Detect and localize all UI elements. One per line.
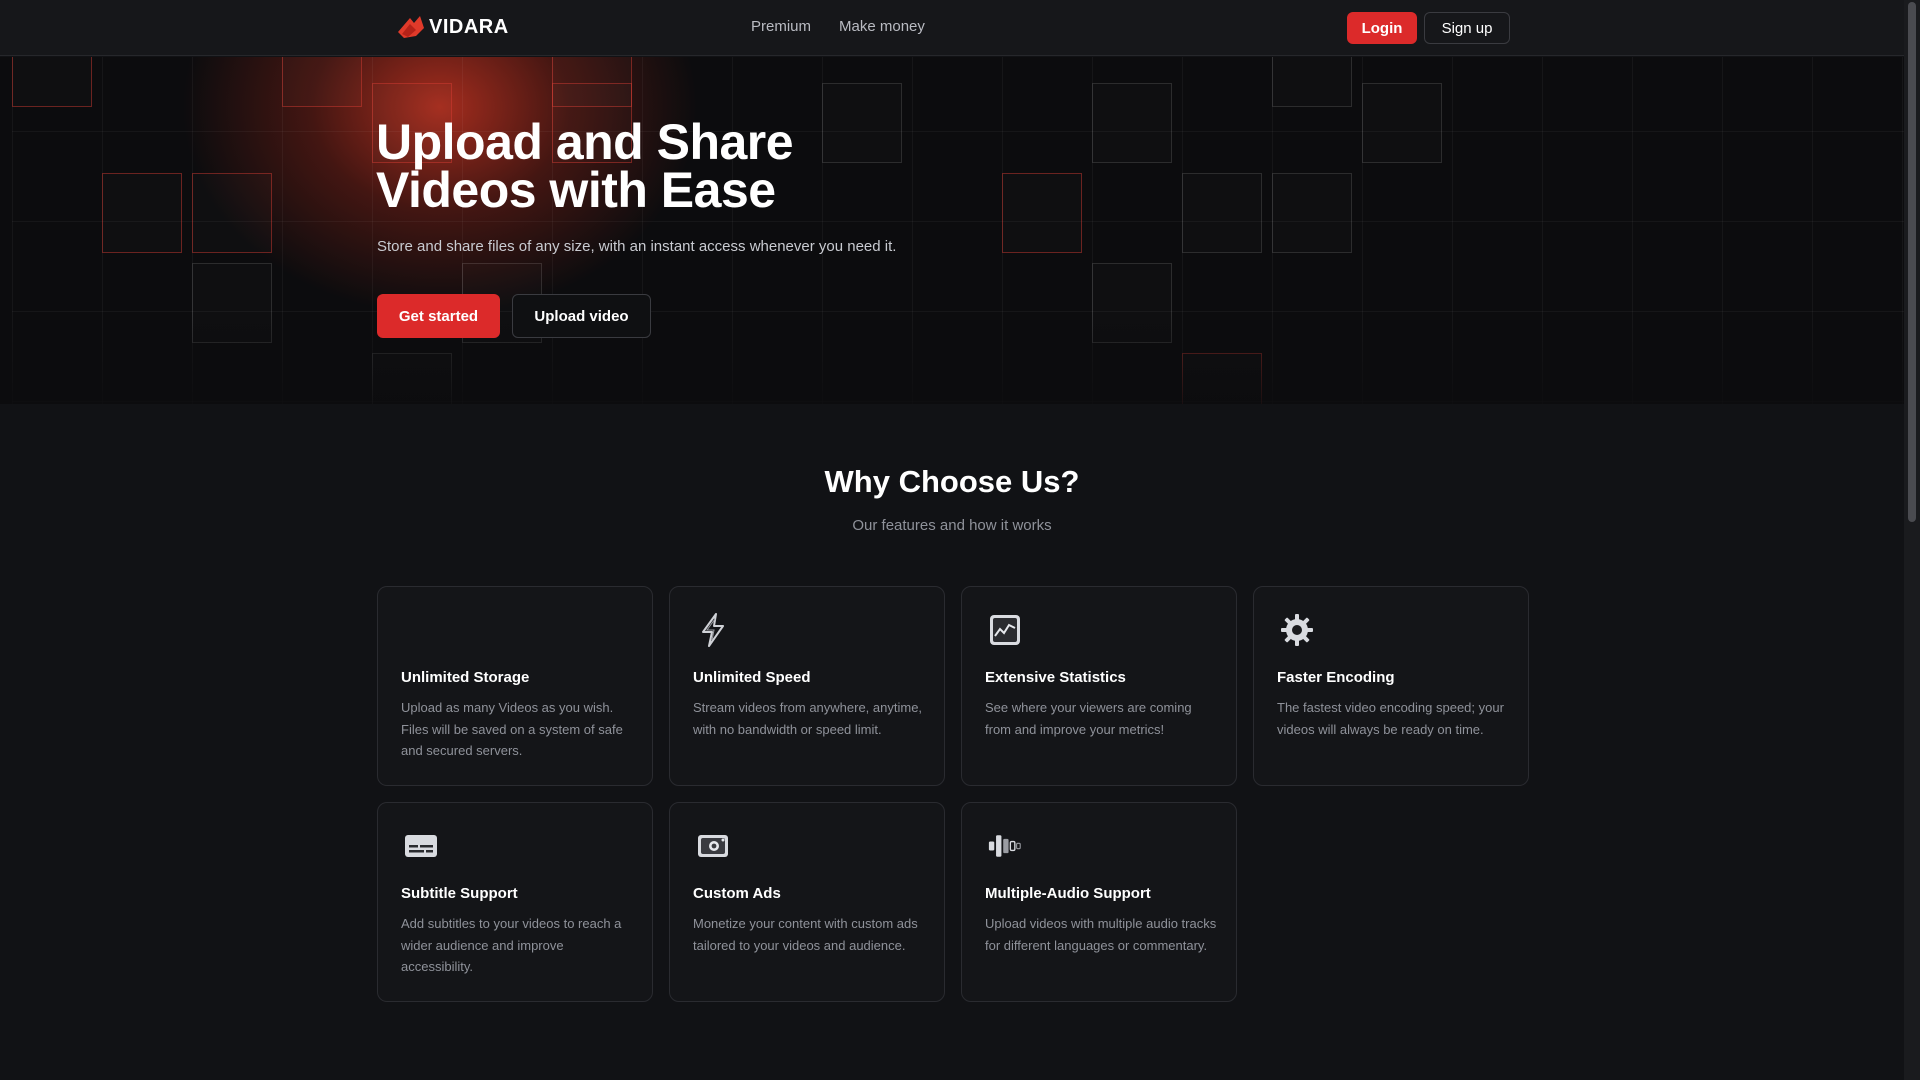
logo[interactable]: VIDARA xyxy=(396,12,509,42)
lightning-icon xyxy=(696,613,730,647)
grid-tile xyxy=(102,173,182,253)
signup-button[interactable]: Sign up xyxy=(1424,12,1510,44)
upload-video-button[interactable]: Upload video xyxy=(512,294,651,338)
hero-subtitle: Store and share files of any size, with … xyxy=(377,238,897,255)
grid-tile xyxy=(282,57,362,107)
feature-card-unlimited-speed: Unlimited Speed Stream videos from anywh… xyxy=(669,586,945,786)
audio-icon xyxy=(988,829,1022,863)
feature-card-faster-encoding: Faster Encoding The fastest video encodi… xyxy=(1253,586,1529,786)
feature-description: Upload as many Videos as you wish. Files… xyxy=(401,700,623,758)
grid-tile xyxy=(1182,173,1262,253)
get-started-button[interactable]: Get started xyxy=(377,294,500,338)
feature-description: Stream videos from anywhere, anytime, wi… xyxy=(693,700,923,737)
grid-tile xyxy=(1272,57,1352,107)
chart-icon xyxy=(988,613,1022,647)
feature-description: Upload videos with multiple audio tracks… xyxy=(985,916,1217,953)
features-subtitle: Our features and how it works xyxy=(852,517,1052,534)
grid-tile xyxy=(12,57,92,107)
hero-title: Upload and Share Videos with Ease xyxy=(376,117,936,215)
features-title: Why Choose Us? xyxy=(824,464,1080,499)
main-nav: Premium Make money xyxy=(751,18,925,35)
feature-title: Custom Ads xyxy=(693,885,781,902)
logo-text: VIDARA xyxy=(429,15,509,38)
scrollbar-thumb[interactable] xyxy=(1908,2,1916,522)
feature-description: Monetize your content with custom ads ta… xyxy=(693,916,918,953)
grid-tile xyxy=(1362,83,1442,163)
feature-title: Subtitle Support xyxy=(401,885,518,902)
feature-card-subtitle-support: Subtitle Support Add subtitles to your v… xyxy=(377,802,653,1002)
gear-icon xyxy=(1280,613,1314,647)
feature-card-extensive-statistics: Extensive Statistics See where your view… xyxy=(961,586,1237,786)
nav-premium[interactable]: Premium xyxy=(751,18,811,35)
feature-title: Faster Encoding xyxy=(1277,669,1395,686)
grid-tile xyxy=(192,173,272,253)
feature-description: See where your viewers are coming from a… xyxy=(985,700,1192,737)
feature-title: Extensive Statistics xyxy=(985,669,1126,686)
login-button[interactable]: Login xyxy=(1347,12,1417,44)
nav-make-money[interactable]: Make money xyxy=(839,18,925,35)
feature-card-unlimited-storage: Unlimited Storage Upload as many Videos … xyxy=(377,586,653,786)
ads-icon xyxy=(696,829,730,863)
subtitles-icon xyxy=(404,829,438,863)
top-navbar: VIDARA Premium Make money Login Sign up xyxy=(0,0,1904,56)
page-scrollbar[interactable] xyxy=(1904,0,1920,1080)
feature-description: The fastest video encoding speed; your v… xyxy=(1277,700,1504,737)
grid-tile xyxy=(1092,83,1172,163)
feature-title: Multiple-Audio Support xyxy=(985,885,1151,902)
hero-section: Upload and Share Videos with Ease Store … xyxy=(0,57,1904,404)
hero-fade xyxy=(0,314,1904,404)
storage-icon xyxy=(404,613,438,647)
feature-card-custom-ads: Custom Ads Monetize your content with cu… xyxy=(669,802,945,1002)
feature-description: Add subtitles to your videos to reach a … xyxy=(401,916,622,974)
grid-tile xyxy=(1272,173,1352,253)
feature-title: Unlimited Speed xyxy=(693,669,811,686)
hero-title-line-2: Videos with Ease xyxy=(376,162,776,218)
feature-card-multiple-audio: Multiple-Audio Support Upload videos wit… xyxy=(961,802,1237,1002)
grid-tile xyxy=(1002,173,1082,253)
feature-title: Unlimited Storage xyxy=(401,669,530,686)
vidara-logo-icon xyxy=(398,16,424,38)
